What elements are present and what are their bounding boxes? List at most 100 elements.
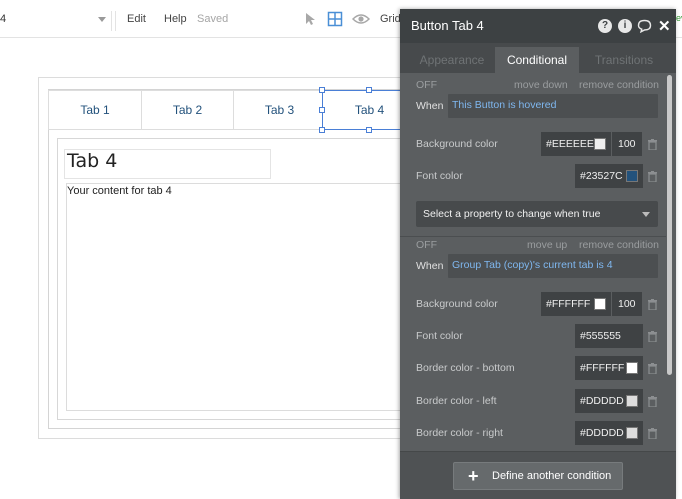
color-swatch: [594, 138, 606, 150]
tab-label: Appearance: [419, 53, 485, 67]
remove-condition-link[interactable]: remove condition: [579, 79, 659, 91]
trash-icon[interactable]: [648, 171, 657, 182]
font-color-picker[interactable]: #23527C: [575, 164, 643, 188]
define-condition-button[interactable]: + Define another condition: [453, 462, 623, 490]
color-swatch: [626, 362, 638, 374]
color-value: #23527C: [580, 170, 623, 182]
grid-layout-icon[interactable]: [327, 11, 343, 27]
background-color-picker[interactable]: #FFFFFF: [541, 292, 611, 316]
trash-icon[interactable]: [648, 428, 657, 439]
page-name: 4: [0, 13, 7, 25]
trash-icon[interactable]: [648, 363, 657, 374]
condition-state: OFF: [416, 239, 437, 251]
define-condition-label: Define another condition: [492, 470, 612, 482]
expression-text: Group Tab (copy)'s current tab is 4: [452, 259, 613, 271]
color-swatch: [626, 427, 638, 439]
tab-appearance[interactable]: Appearance: [408, 47, 496, 73]
property-dropdown[interactable]: Select a property to change when true: [416, 201, 658, 227]
tab-label: Conditional: [506, 53, 568, 67]
edit-menu[interactable]: Edit: [127, 13, 146, 25]
background-color-picker[interactable]: #EEEEEE: [541, 132, 611, 156]
dropdown-placeholder: Select a property to change when true: [423, 208, 601, 220]
opacity-value: 100: [618, 298, 636, 310]
color-value: #555555: [580, 330, 621, 342]
property-label: Font color: [416, 330, 463, 342]
condition-expression[interactable]: Group Tab (copy)'s current tab is 4: [448, 254, 658, 278]
tab-label: Transitions: [594, 53, 654, 67]
panel-header[interactable]: Button Tab 4 ? i ✕: [400, 9, 676, 43]
info-icon[interactable]: i: [618, 19, 632, 33]
content-group[interactable]: [66, 183, 406, 411]
condition-expression[interactable]: This Button is hovered: [448, 94, 658, 118]
grid-toggle[interactable]: Grid: [380, 13, 401, 25]
color-value: #DDDDD: [580, 395, 624, 407]
color-swatch: [626, 170, 638, 182]
resize-handle[interactable]: [366, 127, 372, 133]
condition-divider: [400, 236, 666, 237]
tab-label: Tab 2: [172, 103, 203, 117]
help-icon[interactable]: ?: [598, 19, 612, 33]
opacity-value: 100: [618, 138, 636, 150]
when-label: When: [416, 260, 444, 272]
expression-text: This Button is hovered: [452, 99, 557, 111]
chevron-down-icon: [98, 17, 106, 22]
toolbar-divider: [115, 11, 116, 31]
tab-button-3[interactable]: Tab 3: [233, 90, 326, 130]
when-label: When: [416, 100, 444, 112]
border-left-color-picker[interactable]: #DDDDD: [575, 389, 643, 413]
panel-footer: + Define another condition: [400, 451, 676, 499]
move-up-link[interactable]: move up: [527, 239, 567, 251]
tab-conditional[interactable]: Conditional: [495, 47, 579, 73]
saved-status: Saved: [197, 13, 229, 25]
trash-icon[interactable]: [648, 299, 657, 310]
resize-handle[interactable]: [366, 87, 372, 93]
help-menu[interactable]: Help: [164, 13, 187, 25]
tab-button-2[interactable]: Tab 2: [141, 90, 234, 130]
font-color-picker[interactable]: #555555: [575, 324, 643, 348]
panel-tabs: Appearance Conditional Transitions: [400, 43, 676, 73]
property-label: Background color: [416, 298, 498, 310]
resize-handle[interactable]: [319, 87, 325, 93]
tab-label: Tab 4: [354, 103, 385, 117]
trash-icon[interactable]: [648, 396, 657, 407]
opacity-input[interactable]: 100: [612, 292, 642, 316]
condition-state: OFF: [416, 79, 437, 91]
border-right-color-picker[interactable]: #DDDDD: [575, 421, 643, 445]
tab-label: Tab 1: [80, 103, 110, 117]
plus-icon: +: [468, 466, 479, 486]
tab-transitions[interactable]: Transitions: [580, 47, 668, 73]
tab-button-1[interactable]: Tab 1: [48, 90, 142, 130]
eye-icon[interactable]: [351, 11, 371, 27]
cut-off-text: ev: [676, 13, 682, 23]
trash-icon[interactable]: [648, 139, 657, 150]
resize-handle[interactable]: [319, 107, 325, 113]
move-down-link[interactable]: move down: [514, 79, 568, 91]
content-title: Tab 4: [67, 150, 118, 172]
color-swatch: [626, 395, 638, 407]
color-value: #DDDDD: [580, 427, 624, 439]
opacity-input[interactable]: 100: [612, 132, 642, 156]
comment-icon[interactable]: [637, 19, 652, 36]
page-selector[interactable]: 4: [0, 11, 112, 31]
color-value: #FFFFFF: [580, 362, 625, 374]
property-label: Border color - bottom: [416, 362, 515, 374]
border-bottom-color-picker[interactable]: #FFFFFF: [575, 356, 643, 380]
panel-title: Button Tab 4: [411, 18, 484, 33]
color-value: #EEEEEE: [546, 138, 594, 150]
close-icon[interactable]: ✕: [658, 17, 671, 35]
property-label: Font color: [416, 170, 463, 182]
resize-handle[interactable]: [319, 127, 325, 133]
property-label: Border color - left: [416, 395, 497, 407]
property-label: Border color - right: [416, 427, 503, 439]
cursor-arrow-icon[interactable]: [302, 11, 318, 27]
trash-icon[interactable]: [648, 331, 657, 342]
remove-condition-link[interactable]: remove condition: [579, 239, 659, 251]
scrollbar-thumb[interactable]: [667, 75, 672, 375]
property-editor-panel: Button Tab 4 ? i ✕ Appearance Conditiona…: [400, 9, 676, 499]
property-label: Background color: [416, 138, 498, 150]
color-swatch: [594, 298, 606, 310]
tab-label: Tab 3: [264, 103, 295, 117]
color-value: #FFFFFF: [546, 298, 591, 310]
chevron-down-icon: [642, 212, 650, 217]
content-body: Your content for tab 4: [67, 185, 172, 197]
